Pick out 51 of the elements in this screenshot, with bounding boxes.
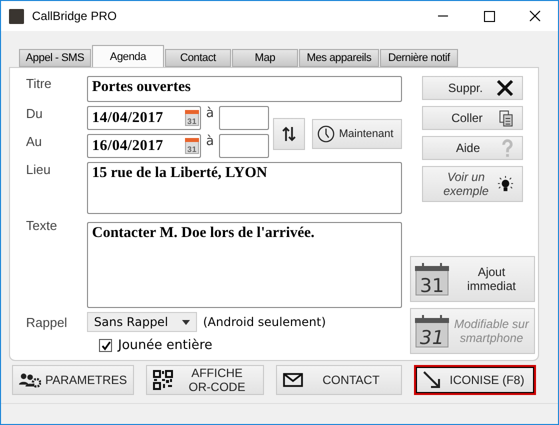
calendar-button[interactable]: 31 Ajout immediat — [410, 256, 535, 302]
now-button[interactable]: Maintenant — [312, 119, 402, 149]
reminder-dropdown[interactable]: Sans Rappel — [87, 312, 197, 332]
side-button[interactable]: Voir un exemple — [422, 166, 523, 202]
place-field[interactable]: 15 rue de la Liberté, LYON — [87, 162, 402, 214]
text-area[interactable]: Contacter M. Doe lors de l'arrivée. — [87, 222, 402, 308]
field-label: Texte — [25, 218, 58, 233]
swap-button[interactable] — [273, 118, 305, 150]
toolbar-button[interactable]: AFFICHE OR-CODE — [146, 365, 264, 395]
field-label: Lieu — [25, 162, 52, 177]
field-label: Au — [25, 134, 43, 149]
side-button[interactable]: Coller — [422, 106, 523, 130]
toolbar-button[interactable]: CONTACT — [276, 365, 402, 395]
field-label: Titre — [25, 76, 53, 91]
date-field[interactable]: 16/04/2017 31 — [87, 134, 201, 158]
at-label: à — [205, 106, 215, 121]
title-field[interactable]: Portes ouvertes — [87, 76, 402, 102]
help-icon — [501, 138, 514, 158]
tab[interactable]: Dernière notif — [380, 49, 458, 67]
date-field[interactable]: 14/04/2017 31 — [87, 106, 201, 130]
time-field[interactable] — [219, 106, 269, 130]
tab[interactable]: Agenda — [92, 45, 164, 67]
side-button[interactable]: Suppr. — [422, 76, 523, 100]
swap-arrows-icon — [281, 125, 297, 143]
diagonal-arrow-icon — [422, 370, 442, 390]
tab[interactable]: Map — [232, 49, 298, 67]
tab[interactable]: Appel - SMS — [19, 49, 91, 67]
time-field[interactable] — [219, 134, 269, 158]
users-gear-icon — [19, 371, 42, 389]
window-title: CallBridge PRO — [32, 9, 118, 23]
all-day-checkbox[interactable]: Jounée entière — [99, 338, 402, 353]
tab[interactable]: Contact — [165, 49, 231, 67]
toolbar-button[interactable]: ICONISE (F8) — [414, 365, 536, 395]
side-button[interactable]: Aide — [422, 136, 523, 160]
calendar-icon[interactable]: 31 — [185, 110, 199, 126]
check-icon — [100, 340, 110, 350]
app-logo-icon — [9, 8, 24, 24]
paste-icon — [499, 110, 514, 126]
dropdown-arrow-icon — [182, 320, 190, 324]
field-label: Du — [25, 106, 44, 121]
note-text: (Android seulement) — [203, 315, 326, 329]
light-bulb-icon — [497, 176, 514, 192]
envelope-icon — [283, 373, 303, 387]
field-label: Rappel — [25, 314, 68, 330]
close-x-icon — [496, 79, 514, 97]
tab[interactable]: Mes appareils — [299, 49, 379, 67]
calendar-icon[interactable]: 31 — [185, 138, 199, 154]
clock-icon — [317, 125, 335, 143]
toolbar-button[interactable]: PARAMETRES — [12, 365, 134, 395]
qr-code-icon — [153, 370, 173, 390]
at-label: à — [205, 134, 215, 149]
